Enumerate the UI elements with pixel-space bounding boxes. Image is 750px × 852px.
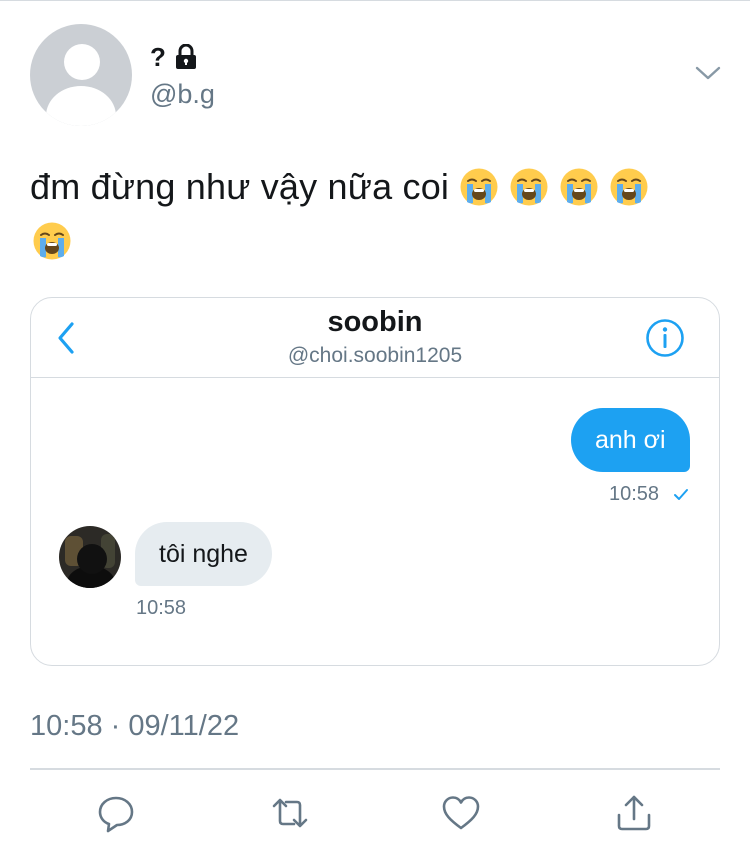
retweet-icon [272, 798, 308, 828]
loudly-crying-face-icon [610, 168, 648, 206]
top-rule [0, 0, 750, 1]
dm-screenshot-card[interactable]: soobin @choi.soobin1205 anh ơi 10:58 tôi… [30, 297, 720, 666]
sent-check-icon [674, 489, 688, 500]
user-handle[interactable]: @b.g [150, 78, 215, 110]
lock-icon [175, 44, 196, 69]
loudly-crying-face-icon [510, 168, 548, 206]
like-button[interactable] [441, 793, 481, 833]
contact-avatar [59, 526, 121, 588]
incoming-message-time: 10:58 [136, 597, 187, 619]
outgoing-message-bubble: anh ơi [571, 408, 690, 472]
retweet-button[interactable] [270, 793, 310, 833]
dm-header: soobin @choi.soobin1205 [31, 298, 719, 378]
reply-icon [98, 796, 134, 833]
tweet-body: đm đừng như vậy nữa coi [30, 166, 450, 207]
dm-contact-name: soobin [327, 306, 423, 338]
outgoing-message-time: 10:58 [609, 483, 660, 505]
user-avatar[interactable] [30, 24, 132, 126]
reply-button[interactable] [96, 793, 136, 833]
chevron-down-icon[interactable] [694, 62, 722, 84]
incoming-message-bubble: tôi nghe [135, 522, 272, 586]
display-name: ? [150, 42, 166, 72]
loudly-crying-face-icon [33, 222, 71, 260]
dm-contact-handle: @choi.soobin1205 [287, 344, 463, 367]
share-icon [617, 795, 651, 831]
divider [30, 768, 720, 770]
loudly-crying-face-icon [460, 168, 498, 206]
loudly-crying-face-icon [560, 168, 598, 206]
info-icon[interactable] [645, 318, 685, 358]
avatar-placeholder-body [46, 86, 116, 126]
tweet-timestamp[interactable]: 10:58 · 09/11/22 [30, 710, 239, 743]
avatar-placeholder-head [64, 44, 100, 80]
tweet-text: đm đừng như vậy nữa coi [30, 160, 720, 268]
share-button[interactable] [614, 793, 654, 833]
user-name-row[interactable]: ? [150, 42, 198, 72]
heart-icon [442, 796, 480, 830]
